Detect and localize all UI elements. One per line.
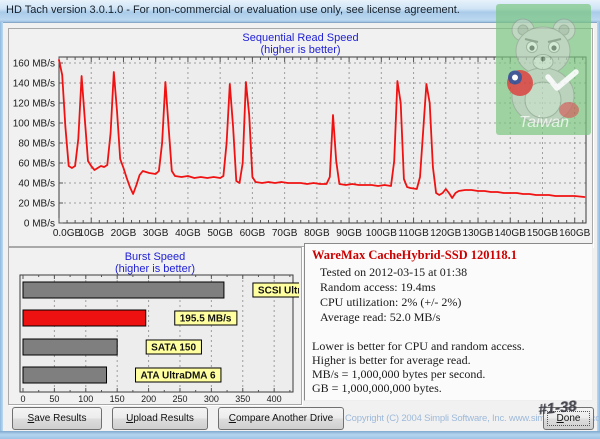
stat-line: CPU utilization: 2% (+/- 2%) — [320, 295, 462, 309]
burst-bar-label: SCSI Ultra320 — [258, 286, 299, 297]
hd-tach-window: HD Tach version 3.0.1.0 - For non-commer… — [0, 0, 600, 439]
x-axis-tick-label: 30GB — [143, 228, 169, 239]
sequential-chart-title: Sequential Read Speed (higher is better) — [242, 32, 359, 56]
burst-bar-label: SATA 150 — [151, 343, 196, 354]
burst-axis-tick-label: 250 — [172, 394, 187, 402]
x-axis-tick-label: 20GB — [111, 228, 137, 239]
stat-line: Random access: 19.4ms — [320, 280, 436, 294]
x-axis-tick-label: 10GB — [78, 228, 104, 239]
burst-bar-label: ATA UltraDMA 6 — [141, 371, 216, 382]
upload-results-label: Upload Results — [126, 413, 194, 424]
drive-info-panel: WareMax CacheHybrid-SSD 120118.1 Tested … — [304, 243, 593, 401]
y-axis-tick-label: 60 MB/s — [18, 159, 55, 170]
y-axis-tick-label: 40 MB/s — [18, 179, 55, 190]
burst-axis-tick-label: 400 — [267, 394, 282, 402]
save-results-label: Save Results — [27, 413, 87, 424]
stat-line: Tested on 2012-03-15 at 01:38 — [320, 265, 468, 279]
window-title: HD Tach version 3.0.1.0 - For non-commer… — [6, 4, 460, 16]
sequential-read-panel: Sequential Read Speed (higher is better)… — [8, 28, 593, 247]
burst-chart-title: Burst Speed (higher is better) — [114, 251, 196, 275]
x-axis-tick-label: 160GB — [559, 228, 590, 239]
x-axis-tick-label: 60GB — [240, 228, 266, 239]
stat-line: Average read: 52.0 MB/s — [320, 310, 441, 324]
note-line: Higher is better for average read. — [312, 353, 471, 367]
burst-axis-tick-label: 100 — [78, 394, 93, 402]
x-axis-tick-label: 0.0GB — [53, 228, 82, 239]
x-axis-tick-label: 150GB — [527, 228, 558, 239]
title-bar[interactable]: HD Tach version 3.0.1.0 - For non-commer… — [0, 0, 600, 23]
compare-another-drive-label: Compare Another Drive — [228, 413, 334, 424]
y-axis-tick-label: 0 MB/s — [24, 219, 55, 230]
burst-axis-tick-label: 0 — [20, 394, 25, 402]
note-line: GB = 1,000,000,000 bytes. — [312, 381, 442, 395]
burst-bar-2 — [22, 338, 118, 356]
burst-axis-tick-label: 350 — [235, 394, 250, 402]
drive-name: WareMax CacheHybrid-SSD 120118.1 — [312, 248, 517, 262]
burst-speed-panel: Burst Speed (higher is better) 0 50 100 150… — [8, 247, 302, 405]
focus-rectangle — [547, 411, 590, 426]
burst-bar-3 — [22, 366, 108, 384]
burst-bar-label: 195.5 MB/s — [180, 314, 232, 325]
y-axis-tick-label: 120 MB/s — [13, 99, 55, 110]
window-border-bottom — [0, 431, 600, 439]
x-axis-tick-label: 130GB — [462, 228, 493, 239]
drive-notes: Lower is better for CPU and random acces… — [312, 339, 585, 395]
compare-another-drive-button[interactable]: Compare Another Drive — [218, 407, 344, 430]
burst-axis-tick-label: 50 — [49, 394, 59, 402]
y-axis-tick-label: 160 MB/s — [13, 59, 55, 70]
y-axis-tick-label: 140 MB/s — [13, 79, 55, 90]
save-results-button[interactable]: Save Results — [12, 407, 102, 430]
sequential-read-chart: 0 MB/s 20 MB/s 40 MB/s 60 MB/s 80 MB/s 100 MB… — [13, 56, 590, 239]
window-border-left — [0, 22, 3, 431]
note-line: MB/s = 1,000,000 bytes per second. — [312, 367, 486, 381]
x-axis-tick-label: 100GB — [366, 228, 397, 239]
burst-bar-0 — [22, 281, 225, 299]
x-axis-tick-label: 40GB — [175, 228, 201, 239]
x-axis-tick-label: 110GB — [398, 228, 429, 239]
note-line: Lower is better for CPU and random acces… — [312, 339, 525, 353]
drive-stats: Tested on 2012-03-15 at 01:38 Random acce… — [312, 265, 585, 325]
y-axis-tick-label: 80 MB/s — [18, 139, 55, 150]
x-axis-tick-label: 90GB — [336, 228, 362, 239]
burst-axis-tick-label: 200 — [141, 394, 156, 402]
burst-bar-1 — [22, 309, 147, 327]
x-axis-tick-label: 120GB — [430, 228, 461, 239]
burst-axis-tick-label: 150 — [110, 394, 125, 402]
x-axis-tick-label: 140GB — [495, 228, 526, 239]
upload-results-button[interactable]: Upload Results — [112, 407, 208, 430]
x-axis-tick-label: 50GB — [207, 228, 233, 239]
done-button[interactable]: Done — [543, 407, 594, 430]
burst-axis-tick-label: 300 — [204, 394, 219, 402]
y-axis-tick-label: 20 MB/s — [18, 199, 55, 210]
x-axis-tick-label: 80GB — [304, 228, 330, 239]
x-axis-tick-label: 70GB — [272, 228, 298, 239]
y-axis-tick-label: 100 MB/s — [13, 119, 55, 130]
